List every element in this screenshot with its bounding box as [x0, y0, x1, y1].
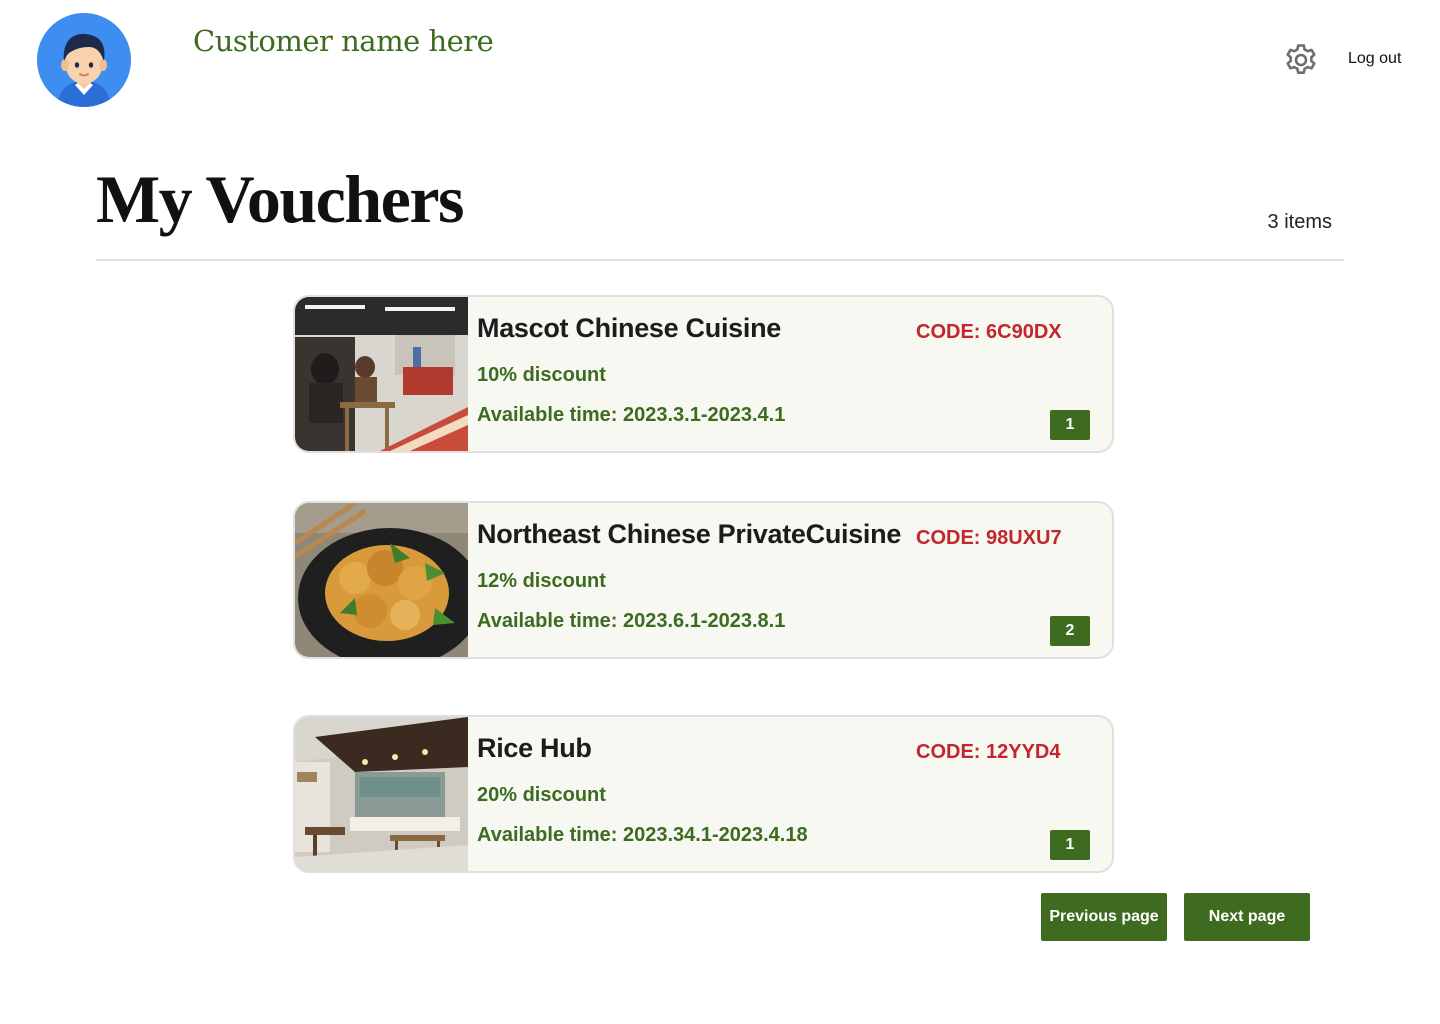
restaurant-image: [295, 717, 468, 871]
avatar[interactable]: [37, 13, 131, 107]
logout-link[interactable]: Log out: [1348, 50, 1401, 68]
voucher-code: CODE: 98UXU7: [916, 527, 1062, 549]
voucher-discount: 12% discount: [477, 570, 606, 592]
gear-icon[interactable]: [1283, 42, 1319, 78]
voucher-card[interactable]: Mascot Chinese Cuisine CODE: 6C90DX 10% …: [293, 295, 1114, 453]
title-divider: [96, 259, 1344, 261]
restaurant-name: Rice Hub: [477, 733, 592, 763]
restaurant-name: Northeast Chinese PrivateCuisine: [477, 519, 902, 549]
page-title: My Vouchers: [96, 161, 464, 237]
next-page-button[interactable]: Next page: [1184, 893, 1310, 941]
voucher-discount: 20% discount: [477, 784, 606, 806]
voucher-quantity-badge: 1: [1050, 830, 1090, 860]
item-count: 3 items: [1267, 211, 1332, 233]
voucher-available-time: Available time: 2023.3.1-2023.4.1: [477, 404, 786, 426]
voucher-available-time: Available time: 2023.34.1-2023.4.18: [477, 824, 808, 846]
restaurant-image: [295, 297, 468, 451]
voucher-code: CODE: 12YYD4: [916, 741, 1061, 763]
voucher-quantity-badge: 2: [1050, 616, 1090, 646]
voucher-card[interactable]: Rice Hub CODE: 12YYD4 20% discount Avail…: [293, 715, 1114, 873]
voucher-code: CODE: 6C90DX: [916, 321, 1062, 343]
customer-name: Customer name here: [193, 24, 494, 58]
voucher-card[interactable]: Northeast Chinese PrivateCuisine CODE: 9…: [293, 501, 1114, 659]
restaurant-image: [295, 503, 468, 657]
user-avatar-icon: [37, 13, 131, 107]
voucher-quantity-badge: 1: [1050, 410, 1090, 440]
voucher-available-time: Available time: 2023.6.1-2023.8.1: [477, 610, 786, 632]
previous-page-button[interactable]: Previous page: [1041, 893, 1167, 941]
voucher-discount: 10% discount: [477, 364, 606, 386]
restaurant-name: Mascot Chinese Cuisine: [477, 313, 781, 343]
